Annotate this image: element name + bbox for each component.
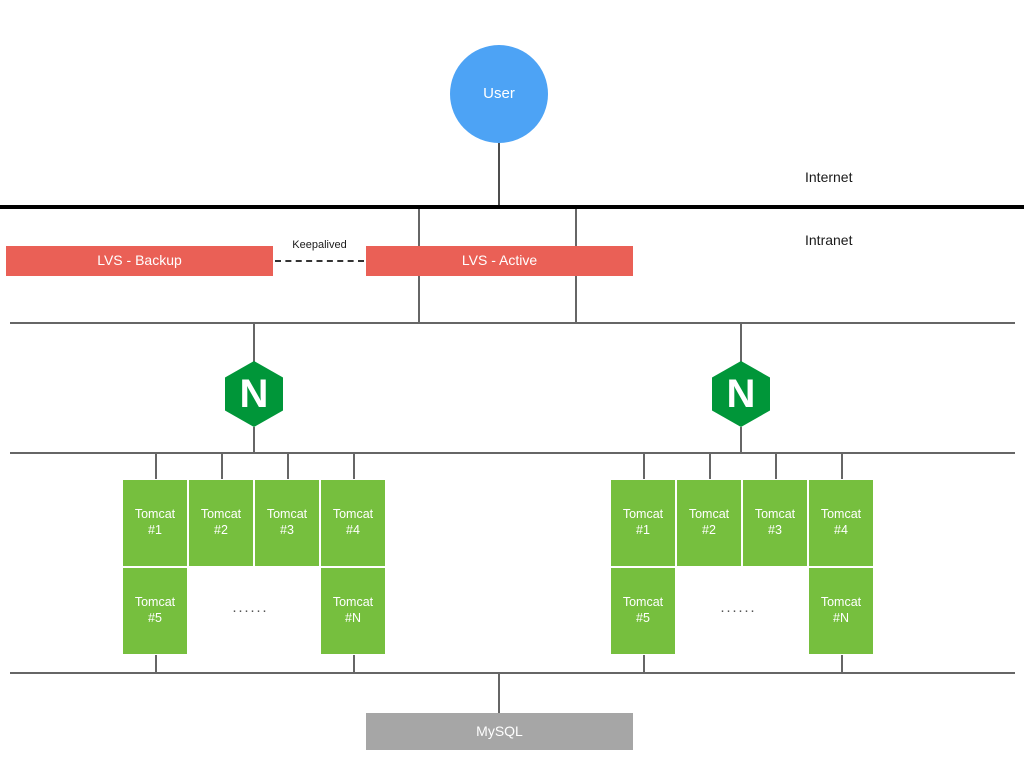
connector-bus2-to-tomcat-r3 <box>775 452 777 479</box>
tomcat-label-line2: #3 <box>280 523 294 537</box>
svg-text:N: N <box>240 372 269 416</box>
connector-nginx-left-to-bus2 <box>253 427 255 453</box>
svg-text:N: N <box>727 372 756 416</box>
connector-tomcat-ln-to-bus3 <box>353 655 355 672</box>
tomcat-label-line2: #5 <box>636 611 650 625</box>
architecture-diagram-canvas: User Internet Intranet LVS - Backup LVS … <box>0 0 1024 768</box>
connector-bus3-to-mysql <box>498 672 500 713</box>
tomcat-label-line2: #N <box>345 611 361 625</box>
tomcat-node[interactable]: Tomcat #4 <box>808 479 874 567</box>
tomcat-label-line2: #1 <box>148 523 162 537</box>
tomcat-label-line1: Tomcat <box>820 507 862 522</box>
tomcat-label-line2: #3 <box>768 523 782 537</box>
tomcat-node[interactable]: Tomcat #N <box>808 567 874 655</box>
lvs-active-node[interactable]: LVS - Active <box>366 246 633 276</box>
nginx-icon: N <box>225 361 283 427</box>
tomcat-node[interactable]: Tomcat #5 <box>610 567 676 655</box>
keepalived-label: Keepalived <box>292 239 347 251</box>
tomcat-label-line2: #1 <box>636 523 650 537</box>
bus-nginx-to-tomcat <box>10 452 1015 454</box>
connector-tomcat-r5-to-bus3 <box>643 655 645 672</box>
tomcat-node[interactable]: Tomcat #5 <box>122 567 188 655</box>
lvs-backup-label: LVS - Backup <box>97 252 182 269</box>
tomcat-label-line2: #4 <box>346 523 360 537</box>
connector-bus2-to-tomcat-r2 <box>709 452 711 479</box>
tomcat-label-line1: Tomcat <box>332 507 374 522</box>
tomcat-node[interactable]: Tomcat #2 <box>188 479 254 567</box>
connector-nginx-right-to-bus2 <box>740 427 742 453</box>
keepalived-dashed-link <box>275 260 364 262</box>
connector-tomcat-rn-to-bus3 <box>841 655 843 672</box>
tomcat-label-line2: #4 <box>834 523 848 537</box>
tomcat-label-line1: Tomcat <box>754 507 796 522</box>
tomcat-label-line1: Tomcat <box>266 507 308 522</box>
lvs-active-label: LVS - Active <box>461 252 538 269</box>
connector-bus2-to-tomcat-r1 <box>643 452 645 479</box>
connector-bus2-to-tomcat-l2 <box>221 452 223 479</box>
tomcat-label-line2: #N <box>833 611 849 625</box>
tomcat-label-line1: Tomcat <box>134 507 176 522</box>
tomcat-node[interactable]: Tomcat #1 <box>122 479 188 567</box>
connector-bus2-to-tomcat-l4 <box>353 452 355 479</box>
tomcat-label-line2: #5 <box>148 611 162 625</box>
connector-bus2-to-tomcat-l3 <box>287 452 289 479</box>
nginx-right-node[interactable]: N <box>712 361 770 427</box>
lvs-backup-node[interactable]: LVS - Backup <box>6 246 273 276</box>
internet-intranet-divider <box>0 205 1024 209</box>
tomcat-node[interactable]: Tomcat #2 <box>676 479 742 567</box>
bus-tomcat-to-mysql <box>10 672 1015 674</box>
connector-bus2-to-tomcat-l1 <box>155 452 157 479</box>
tomcat-node[interactable]: Tomcat #3 <box>254 479 320 567</box>
intranet-zone-label: Intranet <box>805 232 853 248</box>
tomcat-node[interactable]: Tomcat #4 <box>320 479 386 567</box>
mysql-label: MySQL <box>476 722 523 739</box>
user-node[interactable]: User <box>450 45 548 143</box>
connector-bus2-to-tomcat-r4 <box>841 452 843 479</box>
nginx-icon: N <box>712 361 770 427</box>
bus-lvs-to-nginx <box>10 322 1015 324</box>
tomcat-node[interactable]: Tomcat #3 <box>742 479 808 567</box>
tomcat-label-line2: #2 <box>214 523 228 537</box>
tomcat-label-line1: Tomcat <box>820 595 862 610</box>
tomcat-node[interactable]: Tomcat #1 <box>610 479 676 567</box>
tomcat-label-line1: Tomcat <box>134 595 176 610</box>
tomcat-node[interactable]: Tomcat #N <box>320 567 386 655</box>
connector-user-to-internet <box>498 143 500 208</box>
tomcat-label-line2: #2 <box>702 523 716 537</box>
user-label: User <box>483 84 515 102</box>
connector-tomcat-l5-to-bus3 <box>155 655 157 672</box>
tomcat-ellipsis-left: ······ <box>232 602 268 619</box>
tomcat-label-line1: Tomcat <box>622 507 664 522</box>
internet-zone-label: Internet <box>805 169 853 185</box>
tomcat-ellipsis-right: ······ <box>720 602 756 619</box>
mysql-node[interactable]: MySQL <box>366 713 633 750</box>
tomcat-label-line1: Tomcat <box>200 507 242 522</box>
tomcat-label-line1: Tomcat <box>622 595 664 610</box>
tomcat-label-line1: Tomcat <box>332 595 374 610</box>
nginx-left-node[interactable]: N <box>225 361 283 427</box>
tomcat-label-line1: Tomcat <box>688 507 730 522</box>
